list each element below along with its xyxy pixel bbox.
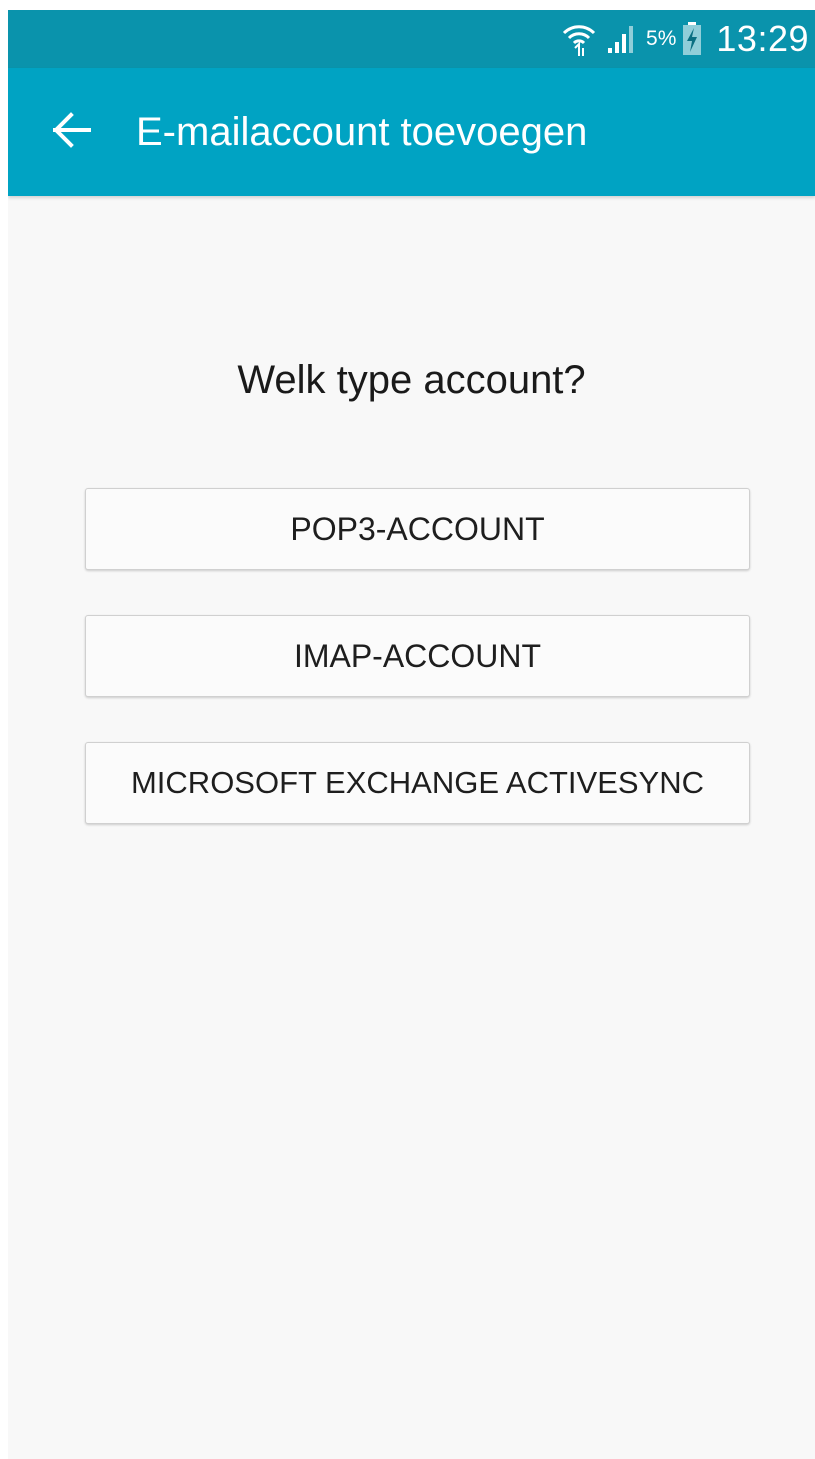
wifi-icon <box>562 21 596 57</box>
pop3-account-button[interactable]: POP3-ACCOUNT <box>85 488 750 570</box>
battery-percent: 5% <box>646 27 677 50</box>
status-icons: 5% 13:29 <box>562 10 809 68</box>
status-bar: 5% 13:29 <box>8 10 815 68</box>
app-bar: E-mailaccount toevoegen <box>8 68 815 196</box>
account-type-question: Welk type account? <box>237 358 586 402</box>
screen: 5% 13:29 E-mailaccount toevoegen Welk ty… <box>8 10 815 1459</box>
page-title: E-mailaccount toevoegen <box>136 110 588 154</box>
imap-account-button[interactable]: IMAP-ACCOUNT <box>85 615 750 697</box>
clock: 13:29 <box>716 18 809 59</box>
battery-charging-icon <box>682 22 702 56</box>
signal-icon <box>606 24 636 54</box>
back-button[interactable] <box>46 106 98 158</box>
exchange-activesync-button[interactable]: MICROSOFT EXCHANGE ACTIVESYNC <box>85 742 750 824</box>
arrow-left-icon <box>52 111 92 153</box>
